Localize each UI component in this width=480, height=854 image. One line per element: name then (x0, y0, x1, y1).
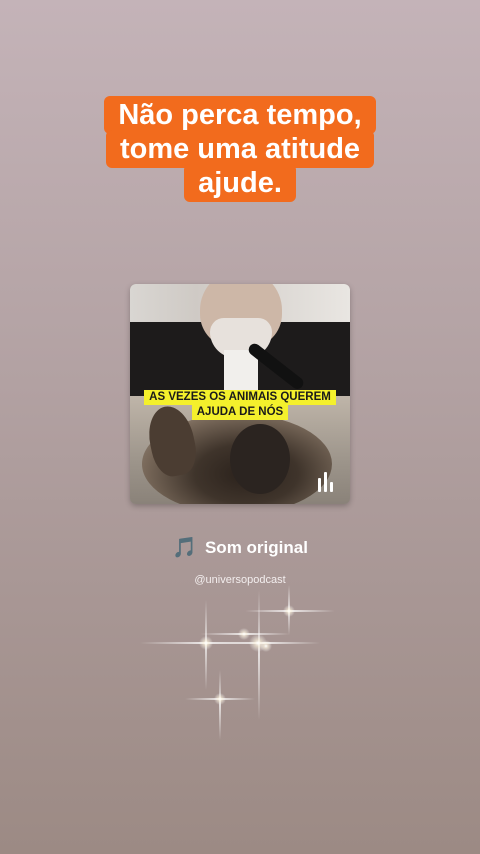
headline-line-3: ajude. (184, 164, 296, 202)
sparkle-4 (245, 585, 335, 635)
cover-caption-line-1: AS VEZES OS ANIMAIS QUEREM (144, 390, 336, 405)
sparkle-1 (140, 600, 272, 690)
headline-line-2: tome uma atitude (105, 130, 375, 168)
sound-title-row[interactable]: 🎵 Som original (0, 538, 480, 558)
sparkle-2 (200, 628, 290, 640)
sparkle-3 (210, 590, 320, 720)
author-handle[interactable]: @universopodcast (0, 574, 480, 586)
headline-text: Não perca tempo, tome uma atitude ajude. (0, 96, 480, 202)
audio-cover-thumbnail[interactable]: AS VEZES OS ANIMAIS QUEREM AJUDA DE NÓS (130, 284, 350, 504)
sound-title: Som original (204, 538, 308, 557)
cover-caption-line-2: AJUDA DE NÓS (191, 405, 289, 420)
cover-photo-speaker (130, 284, 350, 396)
audio-bars-icon (318, 472, 336, 492)
cover-caption: AS VEZES OS ANIMAIS QUEREM AJUDA DE NÓS (142, 390, 338, 420)
sparkle-5 (185, 670, 255, 740)
headline-line-1: Não perca tempo, (104, 96, 376, 134)
music-note-icon: 🎵 (172, 537, 197, 559)
